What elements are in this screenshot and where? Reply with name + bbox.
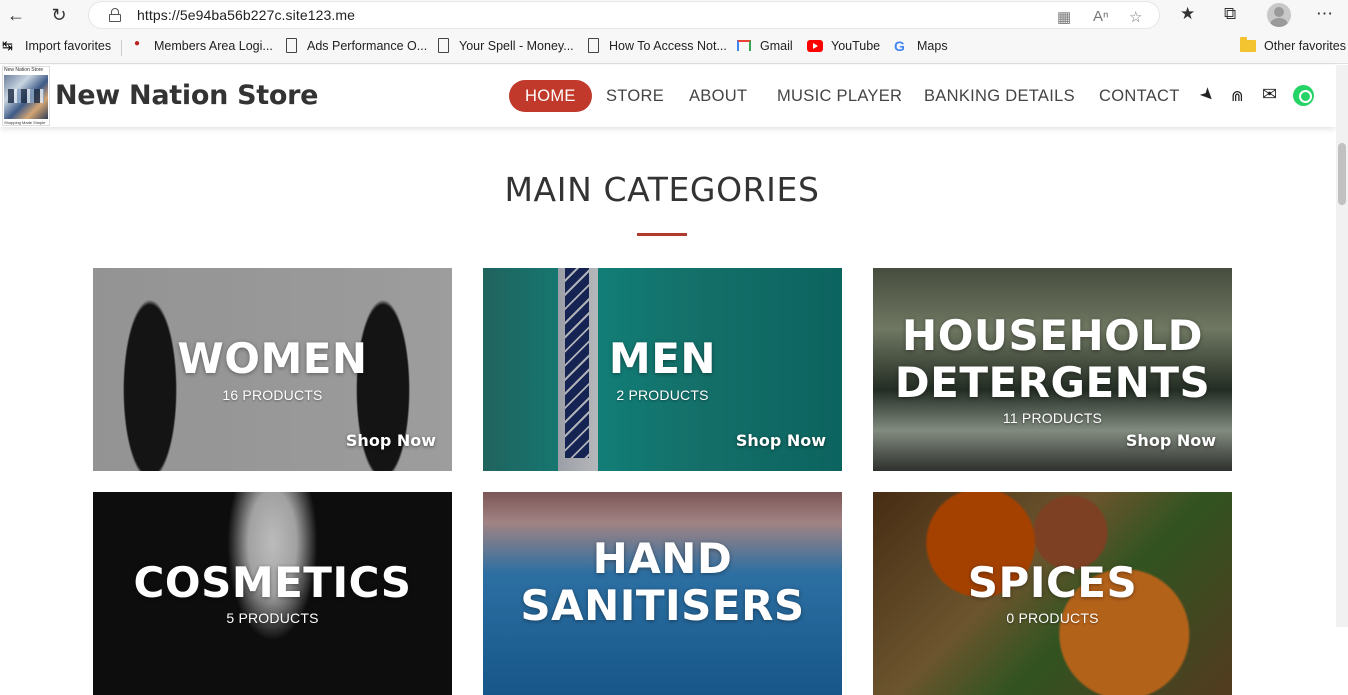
app-available-icon[interactable]: ▦ [1057,8,1071,26]
category-card-men[interactable]: MEN 2 PRODUCTS Shop Now [483,268,842,471]
logo-picture [4,75,48,119]
page-icon [438,38,449,53]
youtube-icon [807,40,823,52]
category-card-hand-sanitisers[interactable]: HAND SANITISERS [483,492,842,695]
nav-contact[interactable]: CONTACT [1099,87,1180,106]
browser-toolbar: ← ↻ https://5e94ba56b227c.site123.me ▦ A… [0,0,1348,30]
category-card-cosmetics[interactable]: COSMETICS 5 PRODUCTS [93,492,452,695]
favorites-icon[interactable]: ★ [1180,4,1195,24]
favorite-your-spell[interactable]: Your Spell - Money... [459,39,574,53]
category-name: SPICES [967,558,1138,607]
category-name-line2: SANITISERS [520,581,805,630]
site-title[interactable]: New Nation Store [55,80,318,111]
nav-banking-details[interactable]: BANKING DETAILS [924,87,1075,106]
section-title: MAIN CATEGORIES [504,170,820,209]
email-icon[interactable]: ✉ [1262,84,1277,105]
category-name: MEN [608,334,717,383]
favorite-other[interactable]: Other favorites [1264,39,1346,53]
nav-home[interactable]: HOME [509,80,592,112]
site-header: New Nation Store Shopping Made Simple Ne… [0,65,1336,127]
address-bar[interactable]: https://5e94ba56b227c.site123.me ▦ Aⁿ ☆ [88,1,1160,29]
favorite-gmail[interactable]: Gmail [760,39,793,53]
gmail-icon [737,40,751,51]
shop-now-link[interactable]: Shop Now [346,431,436,450]
google-icon: G [894,38,905,54]
page-scrollbar[interactable] [1336,65,1348,627]
nav-music-player[interactable]: MUSIC PLAYER [777,87,902,106]
category-count: 5 PRODUCTS [226,610,319,626]
profile-avatar[interactable] [1267,3,1291,27]
category-card-spices[interactable]: SPICES 0 PRODUCTS [873,492,1232,695]
nav-store[interactable]: STORE [606,87,664,106]
category-count: 2 PRODUCTS [616,387,709,403]
shop-now-link[interactable]: Shop Now [736,431,826,450]
share-icon[interactable]: ⋒ [1231,87,1244,105]
logo-top-text: New Nation Store [4,67,44,73]
site-logo[interactable]: New Nation Store Shopping Made Simple [2,66,50,126]
collections-icon[interactable]: ⧉ [1224,4,1236,24]
lock-icon [109,8,121,22]
members-area-icon: ● [134,38,141,49]
favorite-youtube[interactable]: YouTube [831,39,880,53]
favorites-bar: ↹ Import favorites ● Members Area Logi..… [0,30,1348,64]
category-count: 11 PRODUCTS [1002,410,1103,426]
favorite-how-to-access[interactable]: How To Access Not... [609,39,727,53]
add-favorite-icon[interactable]: ☆ [1129,8,1142,26]
refresh-icon[interactable]: ↻ [47,3,71,27]
favorites-divider [121,40,122,56]
logo-tagline: Shopping Made Simple [4,120,46,125]
category-name: WOMEN [177,334,368,383]
favorite-maps[interactable]: Maps [917,39,948,53]
title-divider [637,233,687,236]
favorite-members-area[interactable]: Members Area Logi... [154,39,273,53]
category-card-household-detergents[interactable]: HOUSEHOLD DETERGENTS 11 PRODUCTS Shop No… [873,268,1232,471]
read-aloud-icon[interactable]: Aⁿ [1093,8,1108,25]
url-text[interactable]: https://5e94ba56b227c.site123.me [137,7,355,23]
page-icon [286,38,297,53]
category-card-women[interactable]: WOMEN 16 PRODUCTS Shop Now [93,268,452,471]
back-arrow-icon[interactable]: ← [4,3,28,27]
scrollbar-thumb[interactable] [1338,143,1346,205]
category-count: 16 PRODUCTS [222,387,323,403]
favorite-import[interactable]: Import favorites [25,39,111,53]
category-name-line2: DETERGENTS [894,358,1211,407]
category-count: 0 PRODUCTS [1006,610,1099,626]
category-name-line1: HAND [592,534,733,583]
nav-about[interactable]: ABOUT [689,87,747,106]
favorite-ads-performance[interactable]: Ads Performance O... [307,39,427,53]
location-arrow-icon[interactable]: ➤ [1195,83,1220,107]
page-icon [588,38,599,53]
category-name: COSMETICS [133,558,412,607]
folder-icon [1240,37,1256,52]
whatsapp-icon[interactable] [1293,85,1314,106]
import-icon: ↹ [2,38,13,53]
more-menu-icon[interactable]: ⋯ [1316,4,1333,24]
shop-now-link[interactable]: Shop Now [1126,431,1216,450]
category-name-line1: HOUSEHOLD [902,311,1203,360]
